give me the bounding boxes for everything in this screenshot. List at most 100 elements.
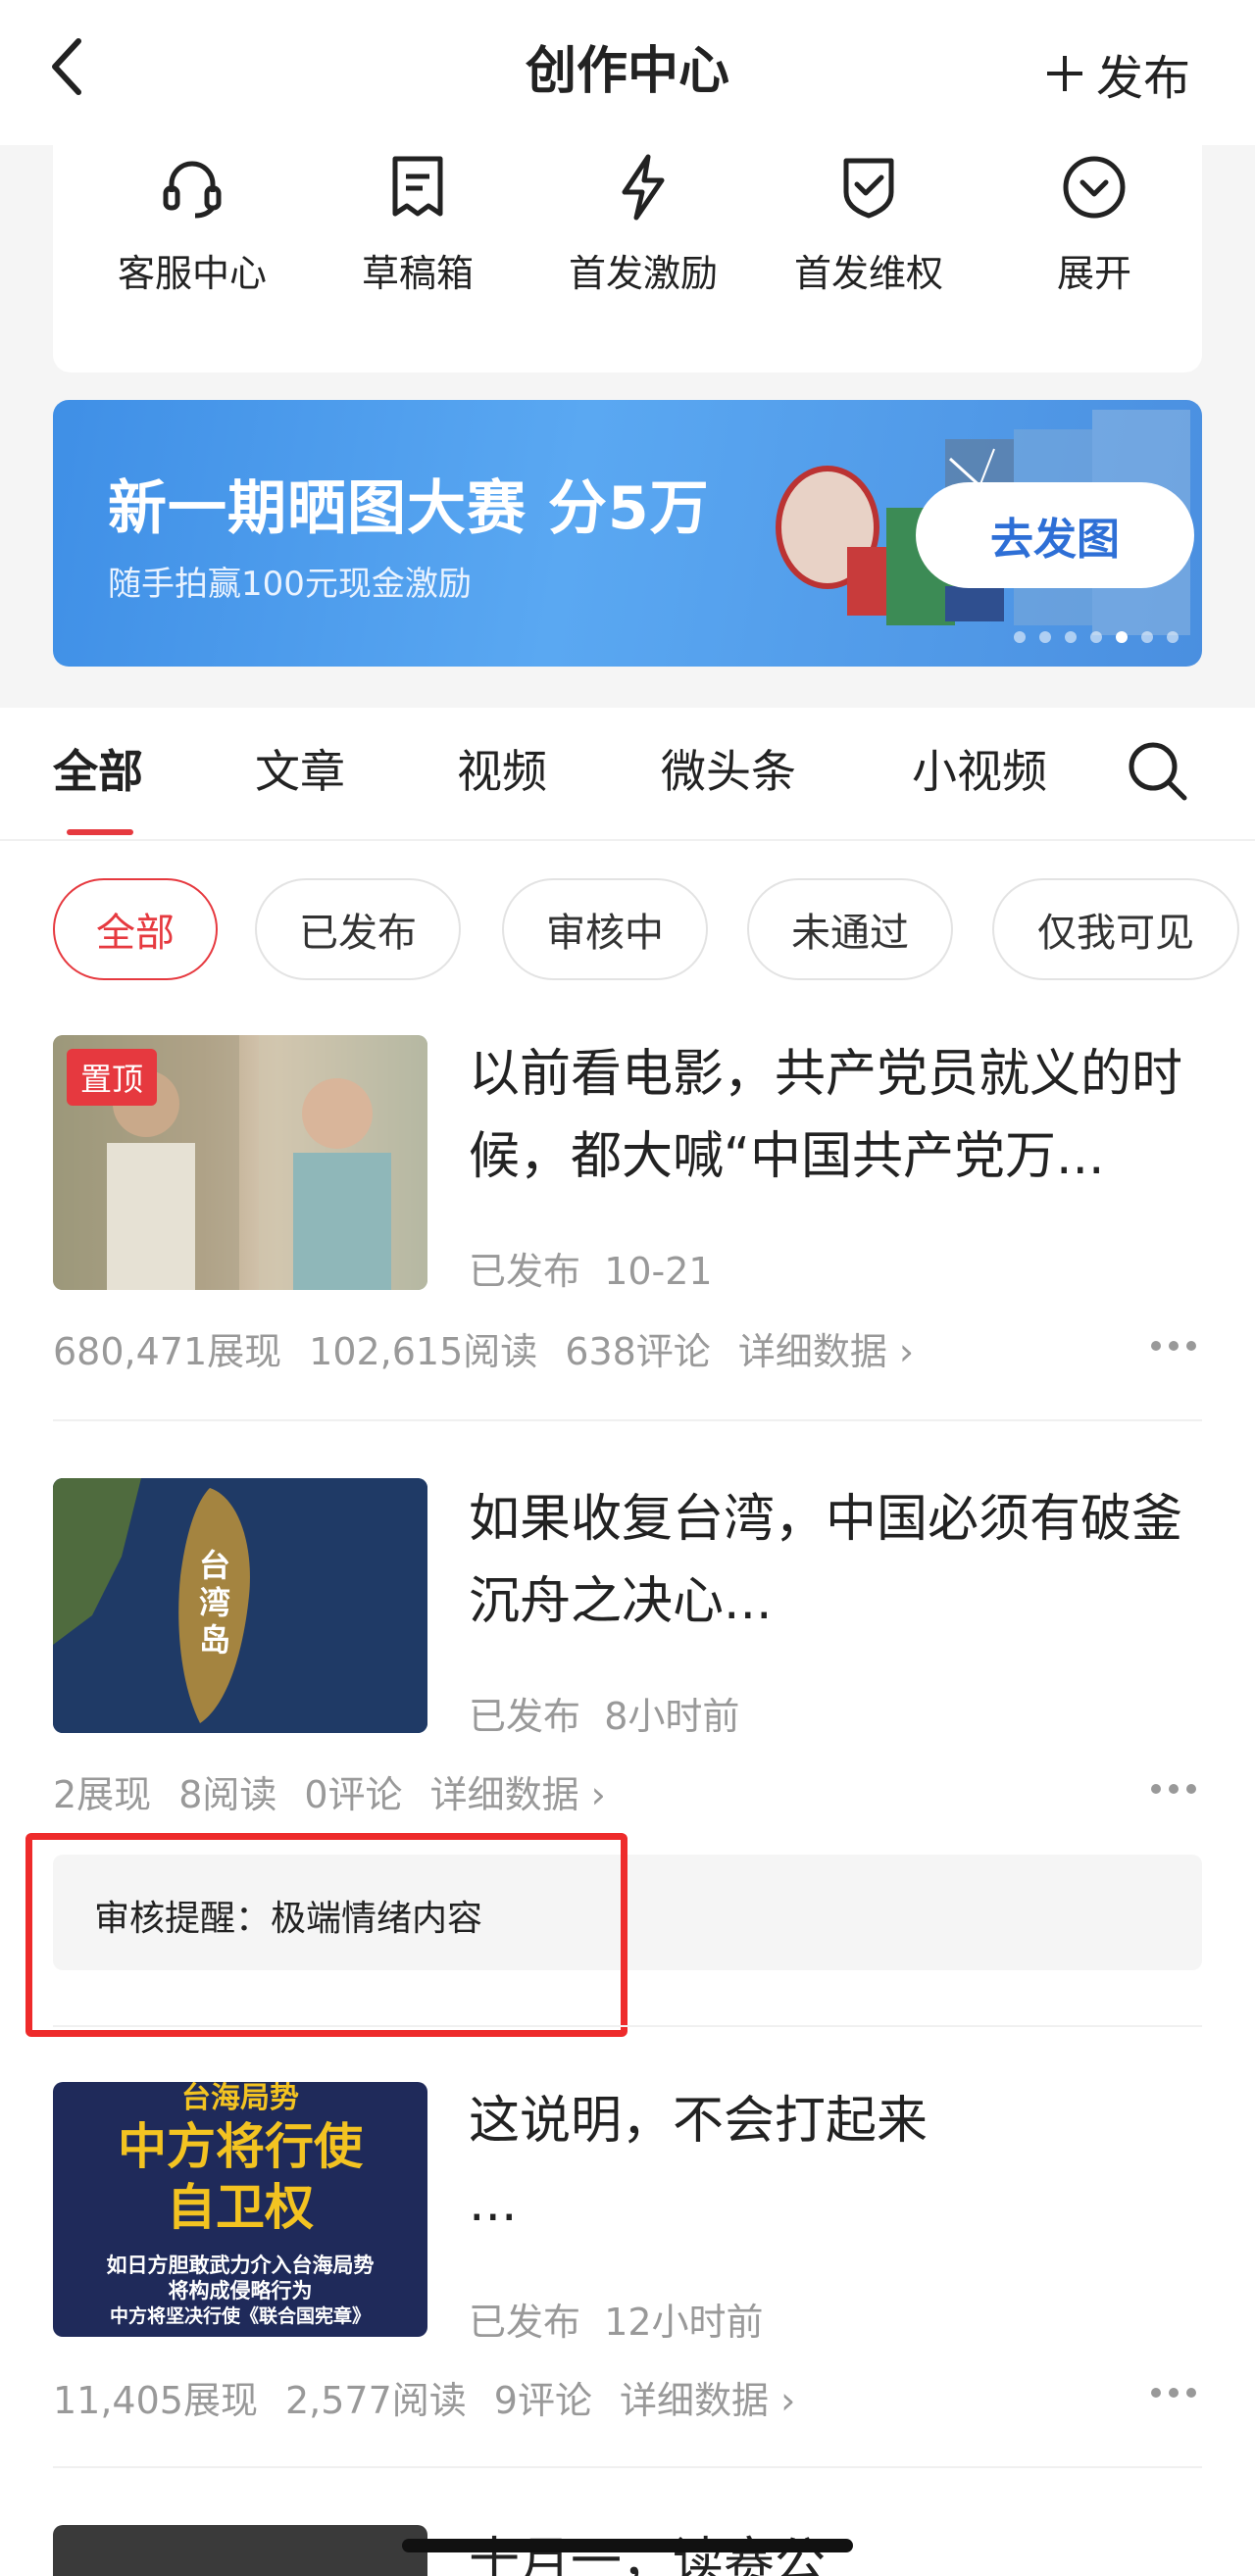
tab-all[interactable]: 全部: [53, 737, 143, 806]
tool-first-publish-rights[interactable]: 首发维权: [761, 145, 977, 372]
publish-button[interactable]: 发布: [1045, 39, 1190, 108]
chevron-right-icon: ›: [590, 1773, 606, 1816]
comments: 9评论: [493, 2379, 592, 2422]
tab-articles[interactable]: 文章: [255, 737, 345, 806]
active-tab-indicator: [67, 829, 133, 835]
article-title[interactable]: 以前看电影，共产党员就义的时候，都大喊“中国共产党万...: [469, 1033, 1214, 1198]
details-label: 详细数据: [619, 2379, 769, 2422]
thumb-headline: 中方将行使: [118, 2118, 363, 2175]
carousel-dots: [1014, 631, 1179, 643]
article-stats: 680,471展现 102,615阅读 638评论 详细数据 ›: [53, 1321, 914, 1375]
search-icon[interactable]: [1124, 737, 1190, 804]
details-link[interactable]: 详细数据 ›: [620, 2370, 795, 2424]
carousel-dot[interactable]: [1065, 631, 1077, 643]
tool-label: 展开: [1056, 252, 1131, 295]
tab-short-videos[interactable]: 小视频: [912, 737, 1047, 806]
thumb-label: 台湾岛: [199, 1547, 230, 1659]
thumb-caption: 将构成侵略行为: [168, 2279, 313, 2303]
pinned-badge: 置顶: [67, 1049, 158, 1106]
highlight-annotation-box: [25, 1833, 628, 2037]
article-time: 12小时前: [604, 2301, 764, 2344]
go-post-image-button[interactable]: 去发图: [916, 482, 1194, 588]
reads: 102,615阅读: [309, 1330, 538, 1373]
more-options-icon[interactable]: [1149, 1339, 1198, 1353]
carousel-dot[interactable]: [1039, 631, 1051, 643]
list-divider: [53, 2466, 1202, 2468]
filter-published[interactable]: 已发布: [255, 878, 461, 980]
chevron-right-icon: ›: [898, 1330, 915, 1373]
tool-label: 草稿箱: [361, 252, 474, 295]
reads: 2,577阅读: [284, 2379, 467, 2422]
tool-label: 客服中心: [117, 252, 267, 295]
carousel-dot[interactable]: [1090, 631, 1102, 643]
details-link[interactable]: 详细数据 ›: [738, 1321, 914, 1375]
promo-banner[interactable]: 新一期晒图大赛 分5万 随手拍赢100元现金激励 去发图: [53, 400, 1202, 667]
article-stats: 2展现 8阅读 0评论 详细数据 ›: [53, 1764, 606, 1818]
article-time: 8小时前: [604, 1695, 740, 1738]
carousel-dot[interactable]: [1116, 631, 1128, 643]
publish-label: 发布: [1096, 51, 1191, 106]
chevron-right-icon: ›: [780, 2379, 796, 2422]
more-options-icon[interactable]: [1149, 2386, 1198, 2400]
tool-label: 首发激励: [568, 252, 718, 295]
plus-icon: [1047, 56, 1082, 91]
article-meta: 已发布 10-21: [469, 1241, 713, 1295]
tool-customer-service[interactable]: 客服中心: [84, 145, 300, 372]
article-stats: 11,405展现 2,577阅读 9评论 详细数据 ›: [53, 2370, 795, 2424]
impressions: 680,471展现: [53, 1330, 282, 1373]
article-thumbnail[interactable]: 台湾岛: [53, 1478, 427, 1733]
tool-drafts[interactable]: 草稿箱: [310, 145, 526, 372]
article-meta: 已发布 12小时前: [469, 2292, 764, 2346]
thumb-headline: 台海局势: [181, 2082, 299, 2115]
thumbnail-map: 台湾岛: [53, 1478, 427, 1733]
tab-divider: [0, 839, 1255, 841]
carousel-dot[interactable]: [1014, 631, 1026, 643]
banner-subtitle: 随手拍赢100元现金激励: [108, 565, 472, 604]
reads: 8阅读: [178, 1773, 277, 1816]
details-label: 详细数据: [429, 1773, 579, 1816]
details-link[interactable]: 详细数据 ›: [430, 1764, 606, 1818]
tab-micro-posts[interactable]: 微头条: [661, 737, 796, 806]
tools-card: 客服中心 草稿箱 首发激励 首发维权 展开: [53, 145, 1202, 372]
comments: 0评论: [304, 1773, 403, 1816]
list-divider: [53, 2025, 1202, 2027]
filter-all[interactable]: 全部: [53, 878, 218, 980]
article-title-line: ...: [469, 2174, 518, 2233]
banner-title: 新一期晒图大赛 分5万: [108, 474, 710, 543]
article-thumbnail[interactable]: [53, 2525, 427, 2576]
more-options-icon[interactable]: [1149, 1782, 1198, 1796]
carousel-dot[interactable]: [1167, 631, 1179, 643]
thumb-caption: 中方将坚决行使《联合国宪章》: [109, 2305, 371, 2327]
tool-expand[interactable]: 展开: [986, 145, 1202, 372]
article-title[interactable]: 如果收复台湾，中国必须有破釜沉舟之决心...: [469, 1478, 1214, 1643]
article-meta: 已发布 8小时前: [469, 1686, 739, 1740]
chevron-down-circle-icon: [1063, 156, 1126, 219]
filter-private[interactable]: 仅我可见: [992, 878, 1239, 980]
lightning-icon: [622, 154, 665, 221]
article-time: 10-21: [604, 1250, 713, 1293]
impressions: 2展现: [53, 1773, 152, 1816]
list-divider: [53, 1419, 1202, 1421]
shield-check-icon: [843, 158, 894, 219]
impressions: 11,405展现: [53, 2379, 258, 2422]
article-title-line: 这说明，不会打起来: [469, 2092, 929, 2151]
carousel-dot[interactable]: [1141, 631, 1153, 643]
article-title[interactable]: 这说明，不会打起来 ...: [469, 2080, 1214, 2245]
headset-icon: [163, 161, 222, 219]
thumb-headline: 自卫权: [167, 2179, 314, 2236]
home-indicator: [402, 2539, 853, 2552]
comments: 638评论: [565, 1330, 711, 1373]
article-thumbnail[interactable]: 台海局势 中方将行使 自卫权 如日方胆敢武力介入台海局势 将构成侵略行为 中方将…: [53, 2082, 427, 2337]
filter-rejected[interactable]: 未通过: [747, 878, 953, 980]
article-status: 已发布: [469, 2301, 581, 2344]
thumb-caption: 如日方胆敢武力介入台海局势: [106, 2254, 375, 2277]
tool-first-publish-incentive[interactable]: 首发激励: [535, 145, 751, 372]
article-thumbnail[interactable]: 置顶: [53, 1035, 427, 1290]
tool-label: 首发维权: [793, 252, 943, 295]
article-status: 已发布: [469, 1695, 581, 1738]
filter-under-review[interactable]: 审核中: [502, 878, 708, 980]
details-label: 详细数据: [737, 1330, 887, 1373]
article-status: 已发布: [469, 1250, 581, 1293]
tab-videos[interactable]: 视频: [457, 737, 547, 806]
draft-icon: [392, 156, 443, 217]
